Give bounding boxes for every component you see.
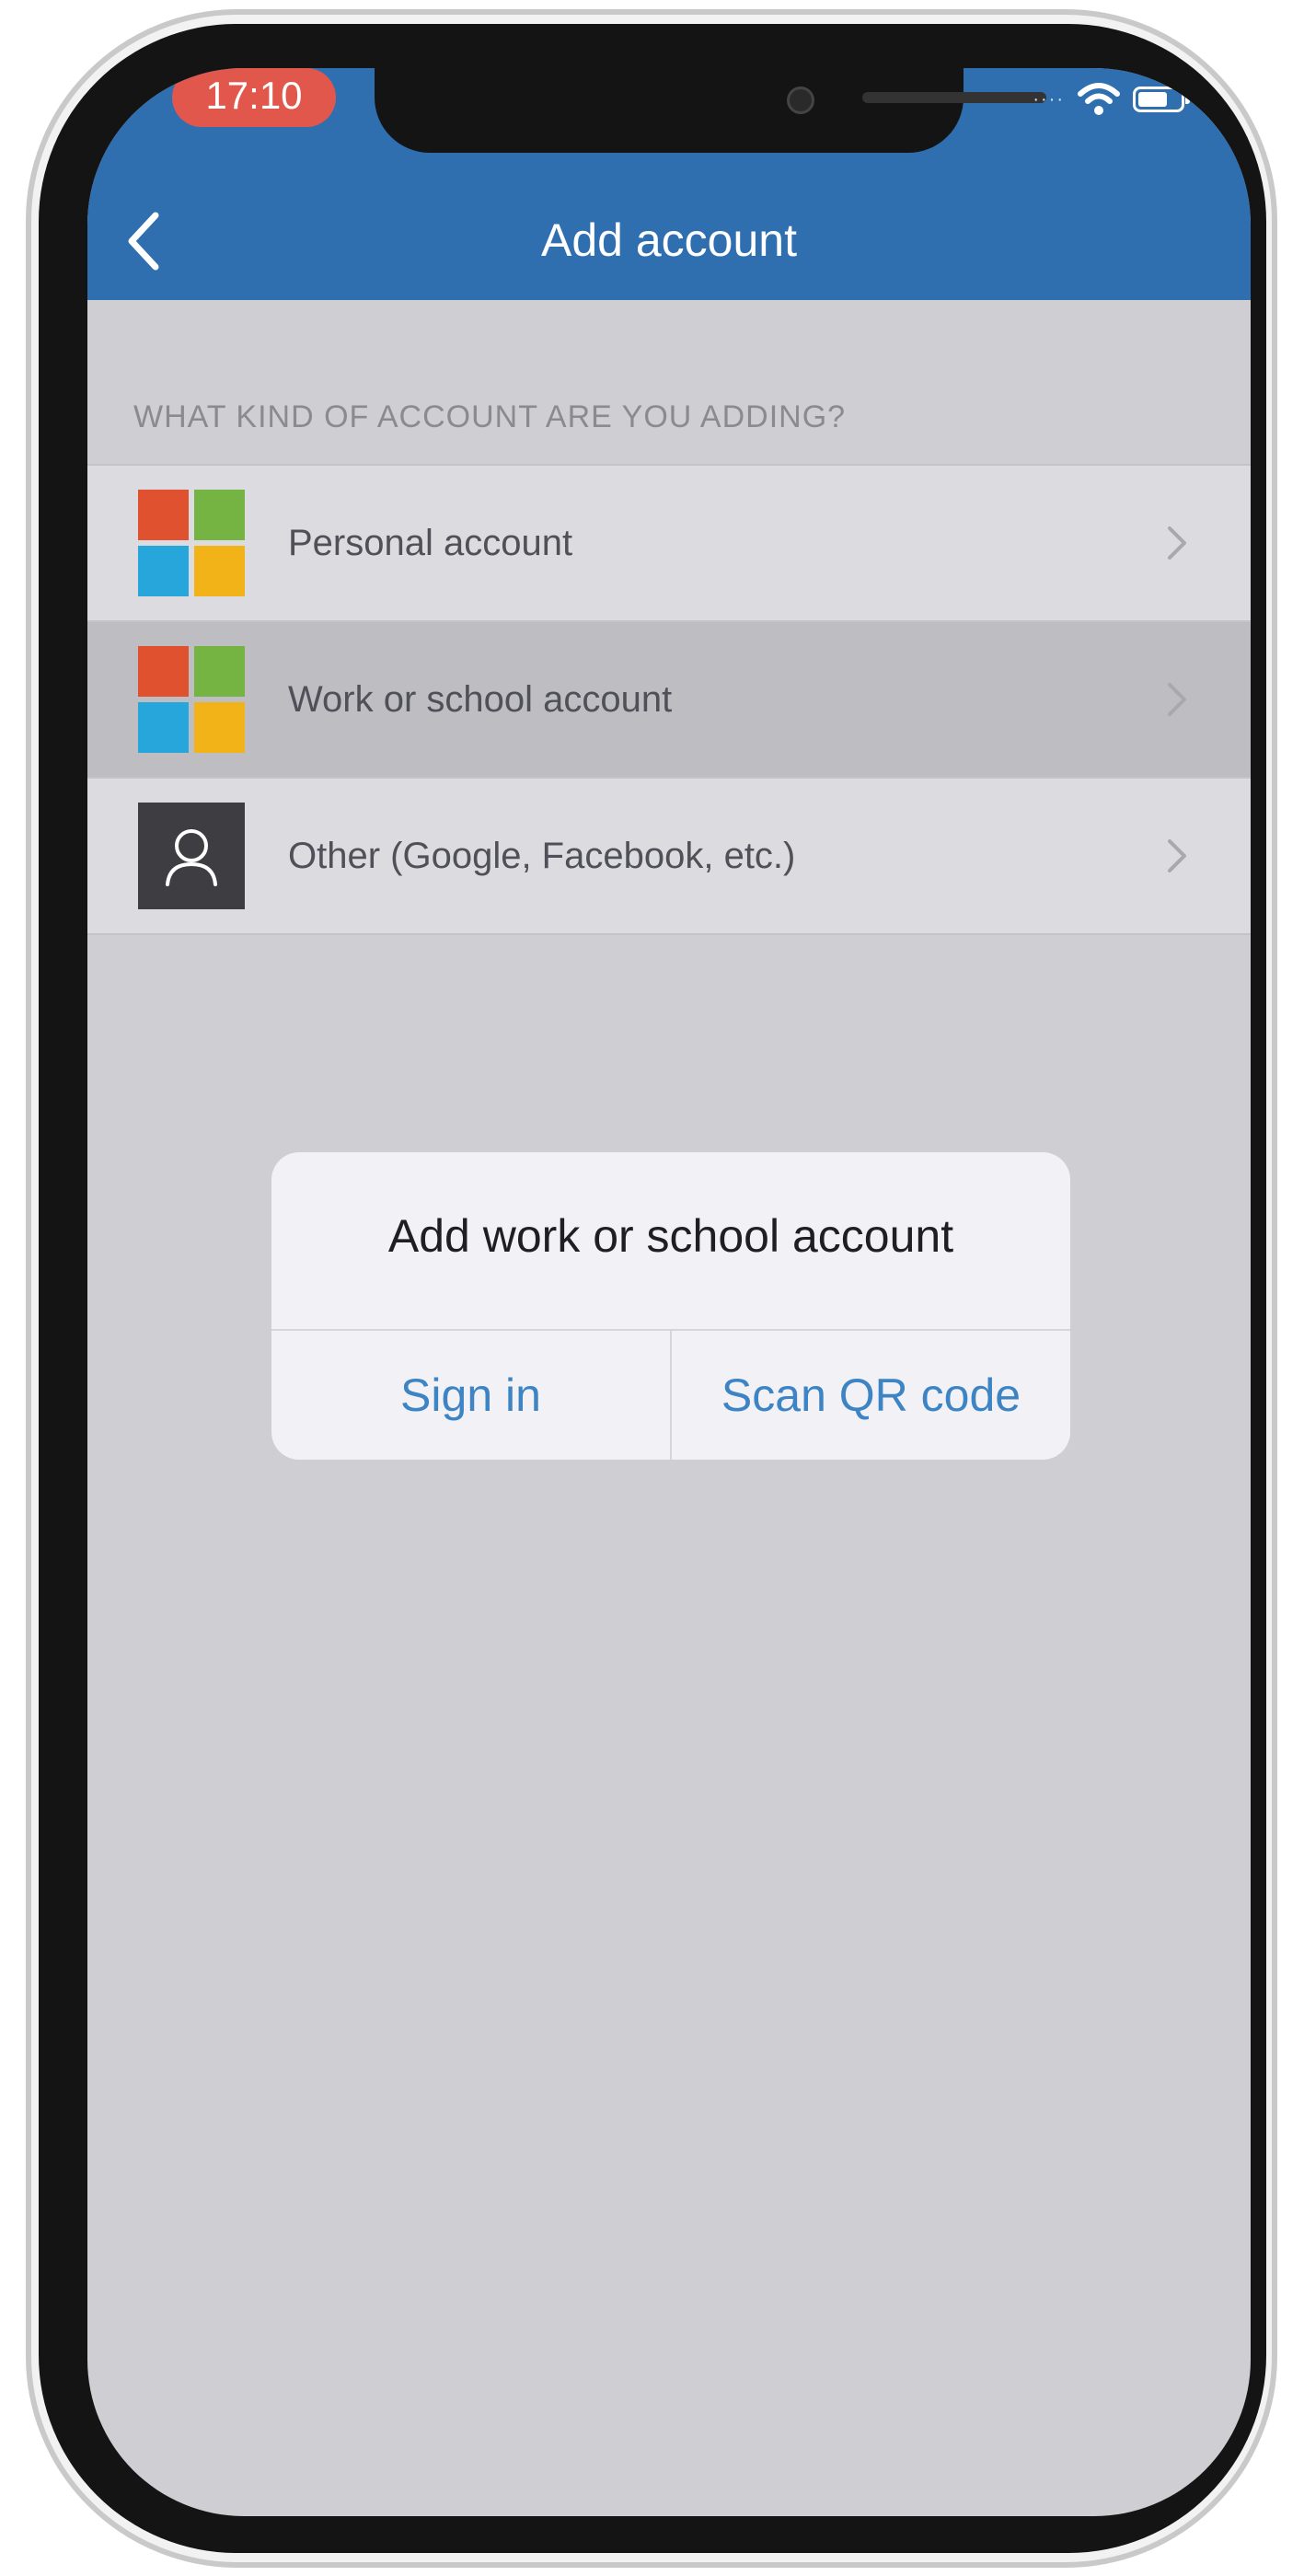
battery-icon	[1133, 87, 1190, 112]
sign-in-button[interactable]: Sign in	[271, 1331, 670, 1460]
section-heading: WHAT KIND OF ACCOUNT ARE YOU ADDING?	[133, 399, 847, 434]
status-time: 17:10	[172, 68, 336, 127]
phone-screen: 17:10 ···· Add account WHAT KIND OF ACCO…	[87, 68, 1251, 2516]
camera-icon	[787, 87, 814, 114]
list-item-label: Work or school account	[288, 679, 673, 720]
list-item-label: Personal account	[288, 523, 573, 563]
microsoft-logo-icon	[138, 490, 245, 596]
chevron-right-icon	[1168, 526, 1186, 560]
person-icon	[138, 803, 245, 909]
dialog-actions: Sign in Scan QR code	[271, 1331, 1070, 1460]
list-item-label: Other (Google, Facebook, etc.)	[288, 836, 796, 876]
speaker-icon	[862, 92, 1046, 103]
status-icons: ····	[1033, 81, 1190, 118]
dialog-title: Add work or school account	[387, 1210, 954, 1262]
list-item-other-account[interactable]: Other (Google, Facebook, etc.)	[87, 779, 1251, 935]
page-title: Add account	[541, 214, 797, 266]
list-item-work-or-school-account[interactable]: Work or school account	[87, 622, 1251, 779]
scan-qr-code-button[interactable]: Scan QR code	[672, 1331, 1070, 1460]
add-account-dialog: Add work or school account Sign in Scan …	[271, 1152, 1070, 1460]
notch	[375, 68, 1046, 153]
list-item-personal-account[interactable]: Personal account	[87, 466, 1251, 622]
wifi-icon	[1078, 83, 1120, 115]
signal-icon: ····	[1033, 88, 1065, 110]
microsoft-logo-icon	[138, 646, 245, 753]
chevron-right-icon	[1168, 839, 1186, 872]
nav-header: 17:10 ···· Add account	[87, 68, 1251, 300]
chevron-right-icon	[1168, 683, 1186, 716]
account-type-list: Personal account Work or school account	[87, 464, 1251, 935]
